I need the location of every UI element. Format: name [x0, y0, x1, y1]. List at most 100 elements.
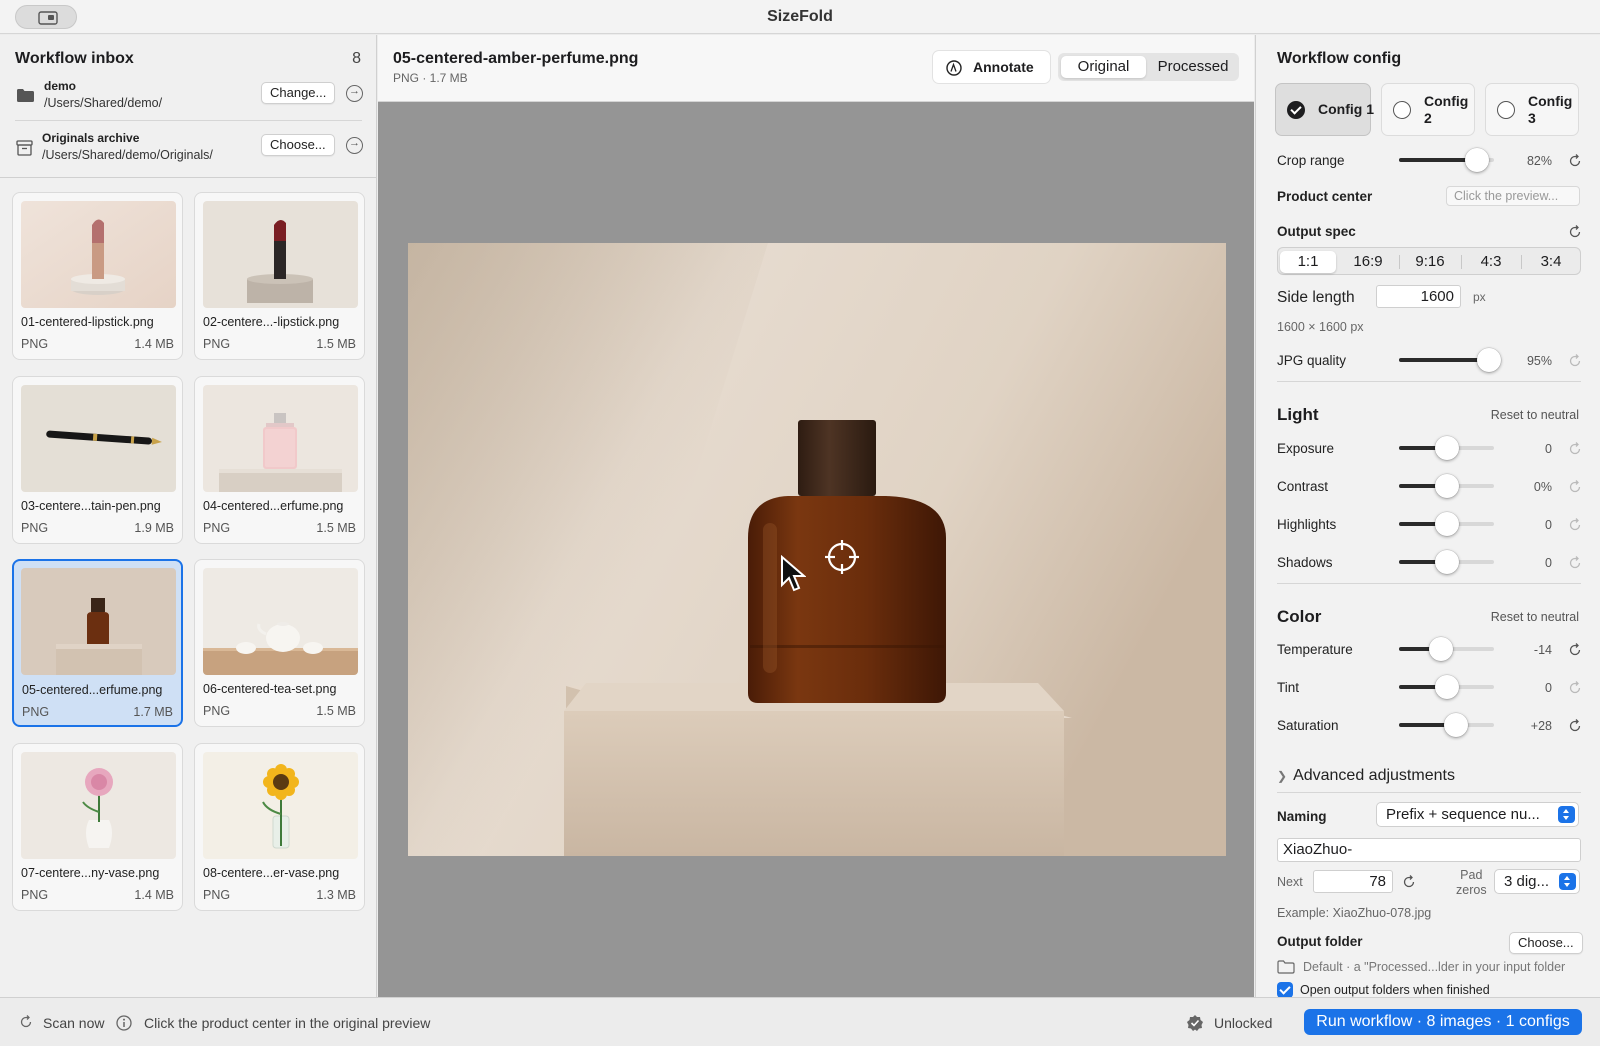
view-processed-tab[interactable]: Processed [1148, 56, 1238, 78]
file-card-04[interactable]: 04-centered...erfume.png PNG 1.5 MB [194, 376, 365, 544]
side-length-input[interactable]: 1600 [1376, 285, 1461, 308]
divider [0, 177, 377, 178]
open-archive-folder-icon[interactable] [346, 137, 363, 154]
choose-output-folder-button[interactable]: Choose... [1509, 932, 1583, 954]
license-status: Unlocked [1214, 1015, 1273, 1031]
reset-icon[interactable] [1568, 719, 1582, 733]
chevron-updown-icon [1559, 873, 1576, 890]
archive-box-icon [16, 140, 33, 156]
reset-icon[interactable] [1568, 442, 1582, 456]
side-length-unit: px [1473, 290, 1486, 304]
window-title: SizeFold [767, 8, 833, 25]
open-output-folders-checkbox[interactable] [1277, 982, 1293, 998]
radio-icon [1497, 101, 1515, 119]
thumbnail-tea-set [203, 568, 358, 675]
naming-prefix-input[interactable]: XiaoZhuo- [1277, 838, 1581, 862]
preview-file-name: 05-centered-amber-perfume.png [393, 50, 639, 67]
file-type: PNG [203, 521, 231, 535]
ratio-1-1[interactable]: 1:1 [1280, 251, 1336, 273]
change-folder-button[interactable]: Change... [261, 82, 336, 104]
pad-zeros-select[interactable]: 3 dig... [1494, 869, 1580, 894]
file-card-01[interactable]: 01-centered-lipstick.png PNG 1.4 MB [12, 192, 183, 360]
annotate-button[interactable]: Annotate [933, 51, 1050, 83]
status-hint: Click the product center in the original… [144, 1015, 431, 1031]
file-card-05[interactable]: 05-centered...erfume.png PNG 1.7 MB [12, 559, 183, 727]
choose-archive-button[interactable]: Choose... [261, 134, 335, 156]
naming-mode-select[interactable]: Prefix + sequence nu... [1376, 802, 1579, 827]
reset-icon[interactable] [1568, 225, 1582, 239]
shadows-slider[interactable] [1399, 550, 1494, 574]
reset-icon[interactable] [1568, 518, 1582, 532]
ratio-9-16[interactable]: 9:16 [1400, 251, 1460, 273]
crop-range-slider[interactable] [1399, 148, 1494, 172]
file-name: 07-centere...ny-vase.png [21, 866, 160, 880]
reset-icon[interactable] [1568, 480, 1582, 494]
folder-icon [17, 89, 34, 102]
contrast-slider[interactable] [1399, 474, 1494, 498]
file-card-08[interactable]: 08-centere...er-vase.png PNG 1.3 MB [194, 743, 365, 911]
file-size: 1.5 MB [316, 704, 356, 718]
contrast-value: 0% [1533, 480, 1552, 494]
advanced-adjustments-disclosure[interactable]: ❯ Advanced adjustments [1277, 767, 1455, 785]
naming-label: Naming [1277, 809, 1327, 824]
output-folder-default: Default · a "Processed...lder in your in… [1303, 960, 1566, 974]
config-label: Config 3 [1528, 93, 1573, 126]
file-card-06[interactable]: 06-centered-tea-set.png PNG 1.5 MB [194, 559, 365, 727]
file-card-03[interactable]: 03-centere...tain-pen.png PNG 1.9 MB [12, 376, 183, 544]
file-type: PNG [21, 521, 49, 535]
thumbnail-lipstick-dark [203, 201, 358, 308]
side-length-label: Side length [1277, 289, 1355, 306]
highlights-slider[interactable] [1399, 512, 1494, 536]
temperature-label: Temperature [1277, 642, 1353, 657]
ratio-3-4[interactable]: 3:4 [1522, 251, 1580, 273]
file-card-02[interactable]: 02-centere...-lipstick.png PNG 1.5 MB [194, 192, 365, 360]
exposure-slider[interactable] [1399, 436, 1494, 460]
reset-icon[interactable] [1568, 354, 1582, 368]
preview-area: 05-centered-amber-perfume.png PNG · 1.7 … [378, 35, 1254, 997]
jpg-quality-label: JPG quality [1277, 353, 1347, 368]
next-number-input[interactable]: 78 [1313, 870, 1393, 893]
open-input-folder-icon[interactable] [346, 85, 363, 102]
pad-zeros-label: Pad zeros [1456, 868, 1487, 897]
crop-range-label: Crop range [1277, 153, 1345, 168]
saturation-value: +28 [1530, 719, 1552, 733]
original-image-preview[interactable] [408, 243, 1226, 856]
view-original-tab[interactable]: Original [1061, 56, 1146, 78]
reset-icon[interactable] [1568, 556, 1582, 570]
verified-badge-icon [1187, 1015, 1203, 1031]
thumbnail-fountain-pen [21, 385, 176, 492]
jpg-quality-slider[interactable] [1399, 348, 1502, 372]
thumbnail-lipstick [21, 201, 176, 308]
file-name: 03-centere...tain-pen.png [21, 499, 161, 513]
file-card-07[interactable]: 07-centere...ny-vase.png PNG 1.4 MB [12, 743, 183, 911]
config-1-option[interactable]: Config 1 [1275, 83, 1374, 136]
file-name: 02-centere...-lipstick.png [203, 315, 340, 329]
temperature-slider[interactable] [1399, 637, 1494, 661]
file-type: PNG [203, 704, 231, 718]
archive-folder-path: /Users/Shared/demo/Originals/ [42, 148, 213, 162]
config-3-option[interactable]: Config 3 [1485, 83, 1579, 136]
exposure-value: 0 [1545, 442, 1552, 456]
tint-slider[interactable] [1399, 675, 1494, 699]
color-reset-neutral-button[interactable]: Reset to neutral [1491, 610, 1579, 624]
ratio-4-3[interactable]: 4:3 [1462, 251, 1520, 273]
thumbnail-amber-perfume [21, 568, 176, 675]
chevron-right-icon: ❯ [1277, 769, 1288, 783]
highlights-value: 0 [1545, 518, 1552, 532]
config-2-option[interactable]: Config 2 [1381, 83, 1475, 136]
workflow-config-panel: Workflow config Config 1 Config 2 Config… [1255, 35, 1600, 998]
product-center-field[interactable]: Click the preview... [1446, 186, 1580, 206]
ratio-16-9[interactable]: 16:9 [1338, 251, 1398, 273]
annotate-label: Annotate [973, 59, 1034, 75]
reset-icon[interactable] [1568, 643, 1582, 657]
reset-icon[interactable] [1568, 154, 1582, 168]
folder-icon [1277, 960, 1295, 974]
scan-now-button[interactable]: Scan now [43, 1015, 104, 1031]
saturation-slider[interactable] [1399, 713, 1494, 737]
reset-icon[interactable] [1568, 681, 1582, 695]
light-reset-neutral-button[interactable]: Reset to neutral [1491, 408, 1579, 422]
reset-icon[interactable] [1402, 875, 1416, 889]
run-workflow-button[interactable]: Run workflow · 8 images · 1 configs [1304, 1009, 1582, 1035]
config-panel-title: Workflow config [1277, 50, 1402, 67]
shadows-label: Shadows [1277, 555, 1333, 570]
